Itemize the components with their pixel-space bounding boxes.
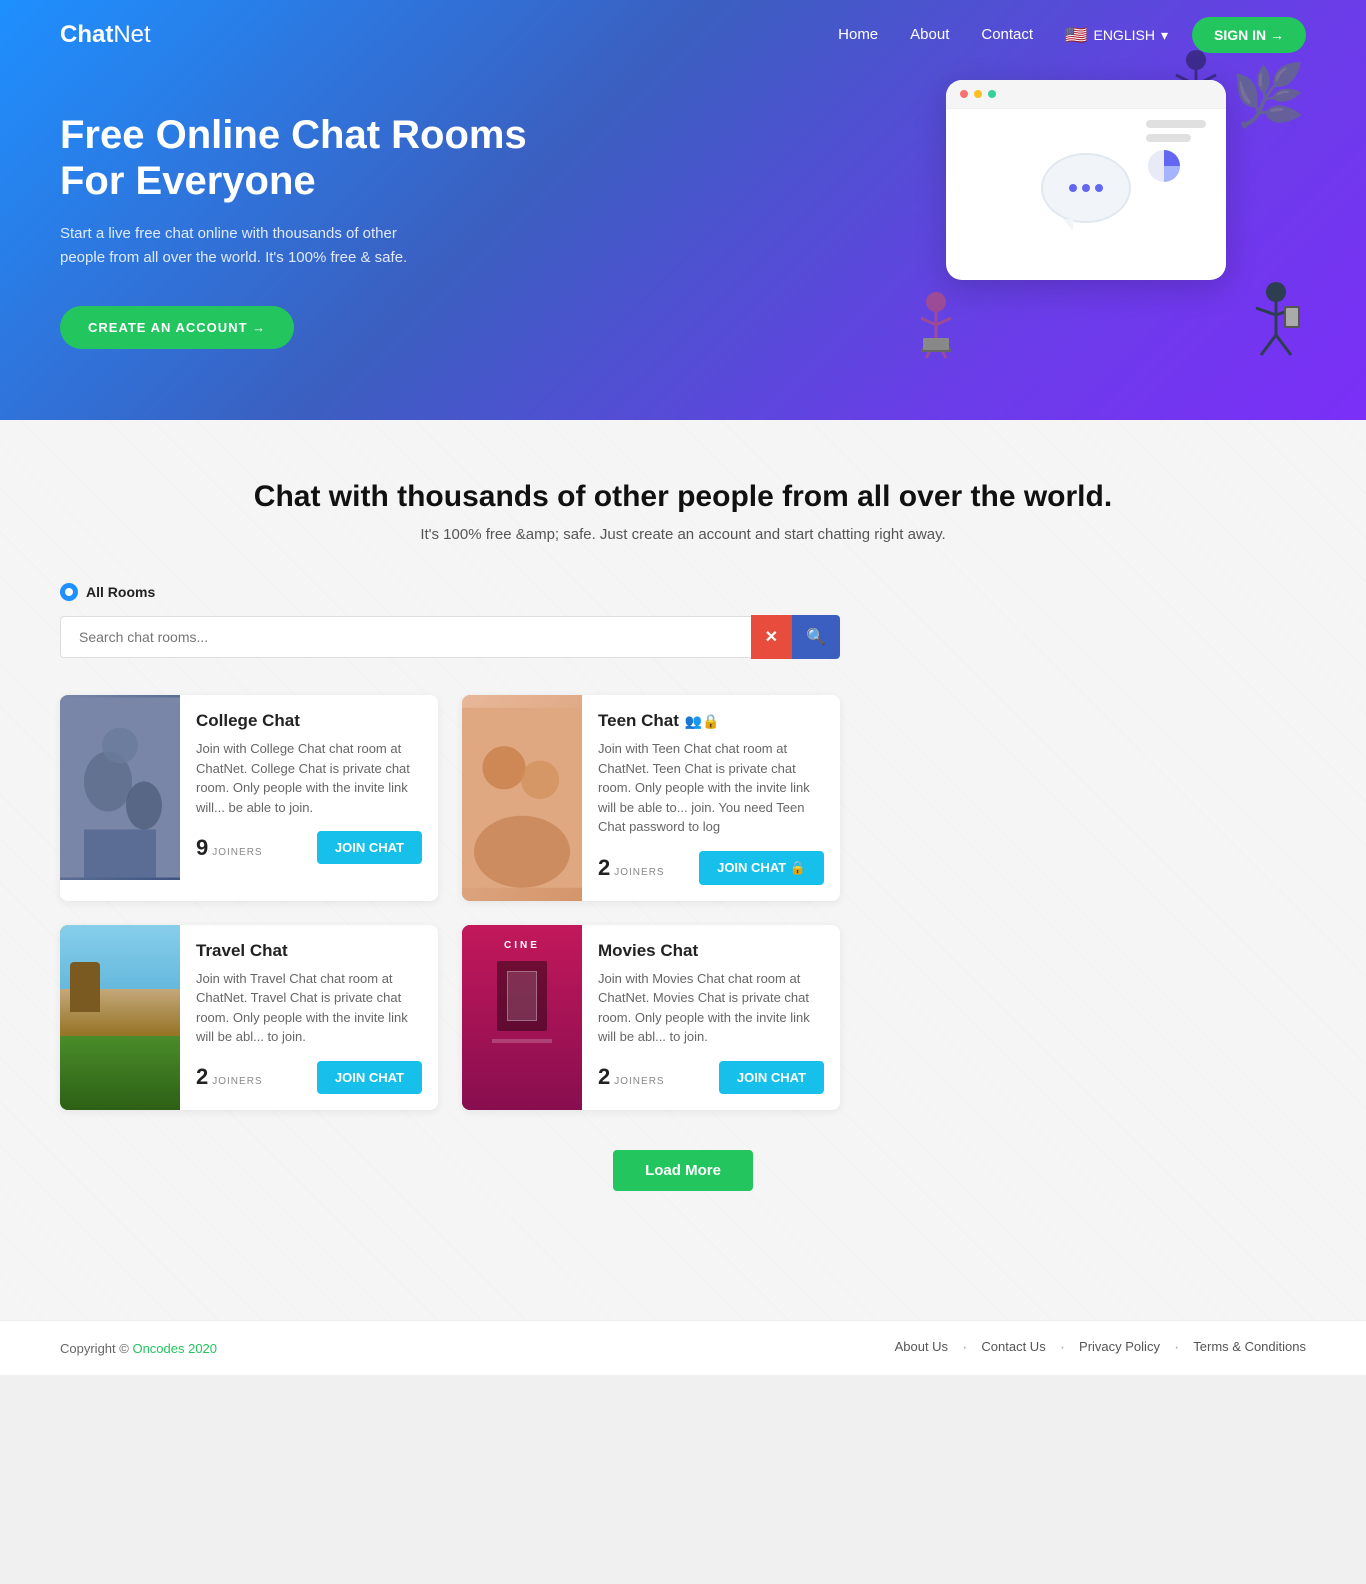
room-img-travel [60, 925, 180, 1110]
room-footer-travel: 2JOINERS JOIN CHAT [196, 1061, 422, 1094]
room-name-teen: Teen Chat 👥🔒 [598, 711, 824, 731]
search-clear-button[interactable]: ✕ [751, 615, 792, 659]
plant-icon: 🌿 [1231, 60, 1306, 131]
footer-link-2[interactable]: Privacy Policy [1079, 1339, 1160, 1357]
chat-bubble-icon [1041, 153, 1131, 223]
filter-dot-icon [60, 583, 78, 601]
nav-contact[interactable]: Contact [981, 26, 1033, 43]
footer-links: About Us · Contact Us · Privacy Policy · Terms… [895, 1339, 1306, 1357]
figure-right-icon [1236, 280, 1306, 370]
hero-content: Free Online Chat Rooms For Everyone Star… [60, 112, 560, 349]
room-card-inner-teen: Teen Chat 👥🔒 Join with Teen Chat chat ro… [462, 695, 840, 901]
hero-subtitle: Start a live free chat online with thous… [60, 222, 440, 270]
room-footer-college: 9JOINERS JOIN CHAT [196, 831, 422, 864]
flag-icon: 🇺🇸 [1065, 25, 1087, 46]
join-button-travel[interactable]: JOIN CHAT [317, 1061, 422, 1094]
joiners-teen: 2JOINERS [598, 855, 665, 881]
room-desc-teen: Join with Teen Chat chat room at ChatNet… [598, 739, 824, 837]
room-card-college: College Chat Join with College Chat chat… [60, 695, 438, 901]
browser-dot-yellow [974, 90, 982, 98]
room-desc-travel: Join with Travel Chat chat room at ChatN… [196, 969, 422, 1047]
side-line-2 [1146, 134, 1191, 142]
room-footer-movies: 2JOINERS JOIN CHAT [598, 1061, 824, 1094]
nav-about[interactable]: About [910, 26, 949, 43]
chat-dot-3 [1095, 184, 1103, 192]
room-desc-movies: Join with Movies Chat chat room at ChatN… [598, 969, 824, 1047]
nav-links: Home About Contact [838, 26, 1033, 44]
footer-link-3[interactable]: Terms & Conditions [1193, 1339, 1306, 1357]
chat-dot-2 [1082, 184, 1090, 192]
search-input[interactable] [60, 616, 751, 658]
room-name-movies: Movies Chat [598, 941, 824, 961]
side-content [1146, 120, 1206, 184]
footer-brand-link[interactable]: Oncodes 2020 [132, 1341, 217, 1356]
browser-dot-green [988, 90, 996, 98]
rooms-grid: College Chat Join with College Chat chat… [60, 695, 840, 1110]
brand-logo: ChatNet [60, 21, 151, 49]
search-icon: 🔍 [806, 629, 826, 646]
room-desc-college: Join with College Chat chat room at Chat… [196, 739, 422, 817]
footer-link-separator: · [1060, 1339, 1065, 1357]
side-line-1 [1146, 120, 1206, 128]
sign-in-button[interactable]: SIGN IN → [1192, 17, 1306, 53]
footer-link-separator: · [962, 1339, 967, 1357]
footer: Copyright © Oncodes 2020 About Us · Contac… [0, 1320, 1366, 1375]
rooms-filter: All Rooms [60, 583, 1306, 601]
load-more-button[interactable]: Load More [613, 1150, 753, 1191]
figure-left-icon [916, 290, 976, 370]
section-title: Chat with thousands of other people from… [60, 480, 1306, 514]
nav-home[interactable]: Home [838, 26, 878, 43]
chat-dot-1 [1069, 184, 1077, 192]
language-selector[interactable]: 🇺🇸 ENGLISH ▾ [1065, 25, 1168, 46]
navbar: ChatNet Home About Contact 🇺🇸 ENGLISH ▾ … [0, 0, 1366, 70]
room-card-movies: CINE Movies Chat Join with Movies Chat c… [462, 925, 840, 1110]
hero-illustration: 🌿 [886, 50, 1306, 370]
browser-mockup [946, 80, 1226, 280]
pie-chart-icon [1146, 148, 1182, 184]
room-name-travel: Travel Chat [196, 941, 422, 961]
filter-label: All Rooms [86, 584, 155, 600]
room-info-movies: Movies Chat Join with Movies Chat chat r… [582, 925, 840, 1110]
chat-dots [1069, 184, 1103, 192]
footer-link-1[interactable]: Contact Us [981, 1339, 1045, 1357]
room-footer-teen: 2JOINERS JOIN CHAT 🔒 [598, 851, 824, 885]
joiners-movies: 2JOINERS [598, 1064, 665, 1090]
room-info-college: College Chat Join with College Chat chat… [180, 695, 438, 880]
create-account-button[interactable]: CREATE AN ACCOUNT → [60, 306, 294, 349]
brand-net: Net [113, 21, 150, 48]
chevron-down-icon: ▾ [1161, 27, 1168, 44]
room-info-teen: Teen Chat 👥🔒 Join with Teen Chat chat ro… [582, 695, 840, 901]
join-button-college[interactable]: JOIN CHAT [317, 831, 422, 864]
join-button-movies[interactable]: JOIN CHAT [719, 1061, 824, 1094]
search-button[interactable]: 🔍 [792, 615, 840, 659]
room-card-teen: Teen Chat 👥🔒 Join with Teen Chat chat ro… [462, 695, 840, 901]
join-button-teen[interactable]: JOIN CHAT 🔒 [699, 851, 824, 885]
room-img-teen [462, 695, 582, 901]
people-lock-icon: 👥🔒 [685, 713, 720, 730]
room-card-inner-movies: CINE Movies Chat Join with Movies Chat c… [462, 925, 840, 1110]
room-img-college [60, 695, 180, 880]
room-card-inner-college: College Chat Join with College Chat chat… [60, 695, 438, 880]
footer-copyright: Copyright © Oncodes 2020 [60, 1341, 217, 1356]
room-info-travel: Travel Chat Join with Travel Chat chat r… [180, 925, 438, 1110]
lang-label: ENGLISH [1093, 27, 1154, 43]
hero-title: Free Online Chat Rooms For Everyone [60, 112, 560, 204]
room-card-travel: Travel Chat Join with Travel Chat chat r… [60, 925, 438, 1110]
brand-bold: Chat [60, 21, 113, 48]
room-img-movies: CINE [462, 925, 582, 1110]
joiners-college: 9JOINERS [196, 835, 263, 861]
load-more-wrap: Load More [60, 1150, 1306, 1191]
section-subtitle: It's 100% free &amp; safe. Just create a… [60, 526, 1306, 543]
footer-link-0[interactable]: About Us [895, 1339, 948, 1357]
browser-content [946, 109, 1226, 277]
room-card-inner-travel: Travel Chat Join with Travel Chat chat r… [60, 925, 438, 1110]
browser-dots [946, 80, 1226, 109]
joiners-travel: 2JOINERS [196, 1064, 263, 1090]
room-name-college: College Chat [196, 711, 422, 731]
filter-dot-inner [65, 588, 73, 596]
search-bar: ✕ 🔍 [60, 615, 840, 659]
browser-dot-red [960, 90, 968, 98]
footer-link-separator: · [1174, 1339, 1179, 1357]
main-section: Chat with thousands of other people from… [0, 420, 1366, 1320]
